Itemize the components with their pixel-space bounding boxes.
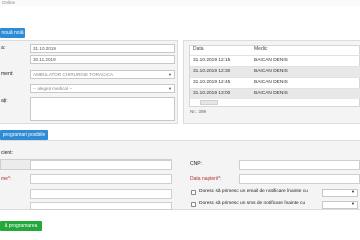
label-email-notify: Doresc să primesc un email de notificare…	[199, 189, 308, 194]
slot-doctor: BAICAN DENIS	[254, 91, 288, 96]
label-notes: ați:	[1, 98, 8, 104]
chevron-down-icon: ▼	[351, 189, 355, 194]
slot-date: 31.10.2019 12:15	[193, 58, 231, 63]
table-scrollbar[interactable]	[200, 100, 218, 105]
email-notify-checkbox[interactable]	[191, 190, 196, 195]
table-row[interactable]: 31.10.2019 12:15 BAICAN DENIS	[190, 55, 360, 66]
department-value: AMBULATOR CHIRURGIE TORACICA	[33, 72, 114, 77]
chevron-down-icon: ▼	[168, 86, 172, 91]
birth-date-input[interactable]	[239, 174, 360, 184]
slot-doctor: BAICAN DENIS	[254, 69, 288, 74]
slot-doctor: BAICAN DENIS	[254, 80, 288, 85]
phone-input[interactable]	[30, 189, 172, 199]
notes-textarea[interactable]	[30, 97, 175, 121]
label-sms-notify: Doresc să primesc un sms de notificare î…	[199, 201, 306, 206]
label-interval: a:	[1, 45, 6, 51]
sms-notify-checkbox[interactable]	[191, 202, 196, 207]
slot-date: 31.10.2019 13:00	[193, 91, 231, 96]
label-patient: cient:	[1, 150, 13, 156]
sms-notify-select[interactable]: ▼	[322, 201, 358, 209]
date-from-input[interactable]: 31.10.2019	[30, 44, 175, 53]
patient-field[interactable]	[30, 160, 172, 170]
chevron-down-icon: ▼	[351, 201, 355, 206]
date-to-input[interactable]: 30.11.2019	[30, 55, 175, 64]
doctor-placeholder: -- alegeți medical --	[33, 86, 73, 91]
email-notify-select[interactable]: ▼	[322, 189, 358, 197]
label-cnp: CNP:	[190, 161, 202, 167]
top-bar	[0, 0, 360, 6]
doctor-select[interactable]: -- alegeți medical -- ▼	[30, 84, 175, 93]
slots-count: Nr.: 399	[190, 109, 207, 114]
email-input[interactable]	[30, 202, 172, 210]
label-name: me*:	[1, 176, 12, 182]
new-appointment-button[interactable]: nouă noiă	[0, 28, 25, 38]
app-status-text: Online	[2, 0, 16, 5]
save-appointment-button[interactable]: ă programarea	[0, 221, 42, 231]
slot-date: 31.10.2019 12:30	[193, 69, 231, 74]
table-row[interactable]: 31.10.2019 12:45 BAICAN DENIS	[190, 77, 360, 88]
find-slots-button[interactable]: programari posibile	[0, 130, 48, 140]
label-birth-date: Data nașterii*:	[190, 176, 222, 182]
table-row[interactable]: 31.10.2019 12:30 BAICAN DENIS	[190, 66, 360, 77]
col-doctor-header: Medic	[254, 46, 268, 52]
slot-doctor: BAICAN DENIS	[254, 58, 288, 63]
department-select[interactable]: AMBULATOR CHIRURGIE TORACICA ▼	[30, 70, 175, 79]
label-department: ment:	[1, 71, 14, 77]
table-row[interactable]: 31.10.2019 13:00 BAICAN DENIS	[190, 88, 360, 99]
name-input[interactable]	[30, 174, 172, 184]
col-date-header: Data	[193, 46, 204, 52]
cnp-input[interactable]	[239, 160, 360, 170]
slot-date: 31.10.2019 12:45	[193, 80, 231, 85]
chevron-down-icon: ▼	[168, 72, 172, 77]
